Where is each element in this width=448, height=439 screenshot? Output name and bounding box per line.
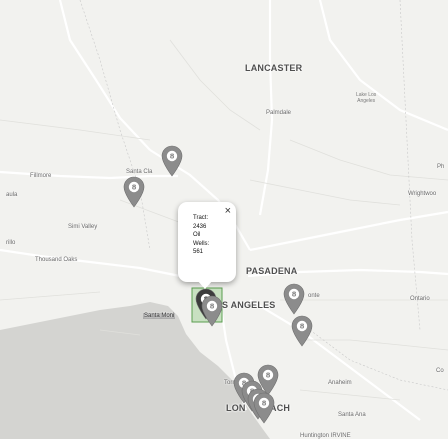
- place-label-thousand-oaks: Thousand Oaks: [35, 257, 78, 263]
- marker-label: 8: [292, 291, 297, 299]
- marker-label: 8: [262, 400, 267, 408]
- place-label-moorpark: rillo: [6, 240, 16, 246]
- well-cluster-marker[interactable]: 8: [282, 283, 306, 315]
- well-cluster-marker[interactable]: 8: [290, 315, 314, 347]
- marker-label: 8: [210, 303, 215, 311]
- place-label-santa-ana: Santa Ana: [338, 412, 366, 418]
- place-label-paula: aula: [6, 192, 18, 198]
- popup-tract-label: Tract:: [193, 215, 209, 221]
- map-view[interactable]: LANCASTER Palmdale Lake Los Angeles Fillm…: [0, 0, 448, 439]
- marker-label: 8: [132, 184, 137, 192]
- place-label-ontario: Ontario: [410, 296, 430, 302]
- popup-wells-value: 561: [193, 249, 204, 255]
- well-cluster-marker[interactable]: 8: [122, 176, 146, 208]
- place-label-fillmore: Fillmore: [30, 173, 52, 179]
- place-label-phelan: Ph: [437, 164, 445, 170]
- place-label-lancaster: LANCASTER: [245, 63, 303, 73]
- popup-pointer: [197, 280, 213, 289]
- popup-tract-value: 2436: [193, 223, 207, 230]
- well-cluster-marker[interactable]: 8: [200, 295, 224, 327]
- well-cluster-marker[interactable]: 8: [252, 392, 276, 424]
- marker-label: 8: [170, 153, 175, 161]
- place-label-santa-clarita: Santa Cla: [126, 169, 153, 175]
- marker-label: 8: [266, 372, 271, 380]
- place-label-los-angeles: S ANGELES: [222, 300, 276, 310]
- popup-content: Tract: 2436 Oil Wells: 561: [193, 214, 209, 257]
- place-label-irvine: Huntington IRVINE: [300, 433, 351, 439]
- well-cluster-marker[interactable]: 8: [160, 145, 184, 177]
- popup-oil-label: Oil: [193, 232, 201, 238]
- place-label-wrightwood: Wrightwoo: [408, 191, 437, 197]
- place-label-corona: Co: [436, 368, 444, 374]
- place-label-pasadena: PASADENA: [246, 266, 298, 276]
- place-label-lake-los-angeles: Lake Los Angeles: [356, 92, 377, 104]
- popup-wells-label: Wells:: [193, 240, 210, 247]
- tract-info-popup: × Tract: 2436 Oil Wells: 561: [178, 202, 236, 282]
- close-icon[interactable]: ×: [225, 206, 231, 217]
- marker-label: 8: [300, 323, 305, 331]
- place-label-simi-valley: Simi Valley: [68, 224, 98, 230]
- place-label-anaheim: Anaheim: [328, 380, 352, 386]
- place-label-santa-monica: Santa Moni: [143, 313, 176, 319]
- place-label-monrovia: onte: [308, 293, 320, 299]
- place-label-palmdale: Palmdale: [266, 110, 292, 116]
